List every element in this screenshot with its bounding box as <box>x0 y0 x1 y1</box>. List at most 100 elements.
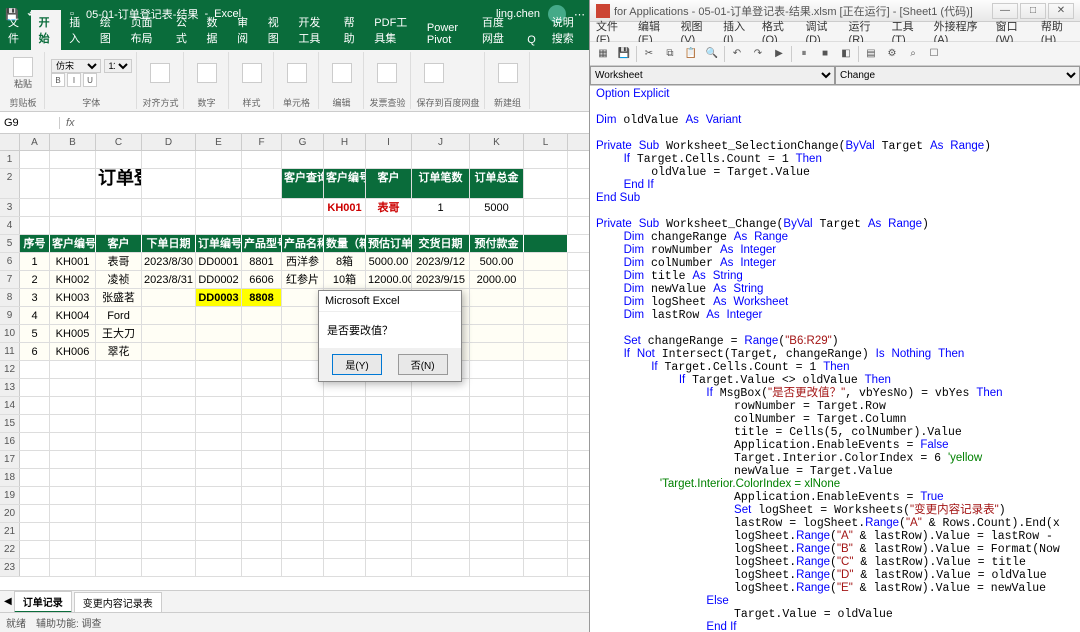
cell[interactable]: 1 <box>412 199 470 216</box>
cell[interactable] <box>142 289 196 306</box>
cell[interactable] <box>50 169 96 198</box>
cell[interactable]: 张盛茗 <box>96 289 142 306</box>
cell[interactable] <box>142 523 196 540</box>
cell[interactable] <box>324 415 366 432</box>
undo-icon[interactable]: ↶ <box>728 45 746 63</box>
paste-icon[interactable]: 📋 <box>682 45 700 63</box>
cell[interactable] <box>324 469 366 486</box>
row-header-2[interactable]: 2 <box>0 169 20 198</box>
select-all-corner[interactable] <box>0 134 20 150</box>
cell[interactable]: 预估订单金额 <box>366 235 412 252</box>
cell[interactable] <box>412 523 470 540</box>
cell[interactable] <box>524 505 568 522</box>
cell[interactable] <box>470 523 524 540</box>
cell[interactable] <box>470 451 524 468</box>
cell[interactable] <box>412 541 470 558</box>
cell[interactable] <box>96 559 142 576</box>
cell[interactable] <box>142 217 196 234</box>
cell[interactable]: 订单编号 <box>196 235 242 252</box>
row-header-11[interactable]: 11 <box>0 343 20 360</box>
cell[interactable]: 5 <box>20 325 50 342</box>
col-header-E[interactable]: E <box>196 134 242 150</box>
cell[interactable]: 翠花 <box>96 343 142 360</box>
cell[interactable] <box>366 151 412 168</box>
cell[interactable] <box>196 469 242 486</box>
cell[interactable] <box>470 469 524 486</box>
cell[interactable] <box>324 397 366 414</box>
cell[interactable] <box>242 487 282 504</box>
col-header-L[interactable]: L <box>524 134 568 150</box>
cell[interactable] <box>242 169 282 198</box>
cell[interactable] <box>470 487 524 504</box>
cell[interactable]: DD0001 <box>196 253 242 270</box>
cell[interactable] <box>366 451 412 468</box>
design-icon[interactable]: ◧ <box>837 45 855 63</box>
cell[interactable] <box>470 541 524 558</box>
cell[interactable] <box>282 199 324 216</box>
cell[interactable] <box>366 397 412 414</box>
cell[interactable] <box>324 541 366 558</box>
cell[interactable] <box>142 379 196 396</box>
cell[interactable] <box>142 559 196 576</box>
cell[interactable] <box>412 151 470 168</box>
cell[interactable] <box>196 523 242 540</box>
cell[interactable] <box>196 217 242 234</box>
cell[interactable] <box>282 433 324 450</box>
cell[interactable]: 表哥 <box>96 253 142 270</box>
break-icon[interactable]: ⏸ <box>795 45 813 63</box>
cell[interactable] <box>50 151 96 168</box>
view-icon[interactable]: ▦ <box>594 45 612 63</box>
cell[interactable] <box>20 469 50 486</box>
cell[interactable]: KH005 <box>50 325 96 342</box>
cell[interactable] <box>142 541 196 558</box>
cell[interactable] <box>50 451 96 468</box>
cell[interactable] <box>524 487 568 504</box>
font-name-select[interactable]: 仿宋 <box>51 59 101 73</box>
cell[interactable] <box>324 451 366 468</box>
cell[interactable]: 1 <box>20 253 50 270</box>
cell[interactable]: 产品型号 <box>242 235 282 252</box>
cell[interactable] <box>20 199 50 216</box>
cell[interactable] <box>50 379 96 396</box>
worksheet-grid[interactable]: ABCDEFGHIJKL 12订单登记表客户查询客户编号客户订单笔数订单总金3K… <box>0 134 589 590</box>
ribbon-tab-百度网盘[interactable]: 百度网盘 <box>474 10 519 50</box>
cell[interactable] <box>96 415 142 432</box>
ribbon-tab-审阅[interactable]: 审阅 <box>229 10 260 50</box>
cell[interactable]: 订单总金 <box>470 169 524 198</box>
ribbon-tab-PDF工具集[interactable]: PDF工具集 <box>366 10 419 50</box>
cell[interactable] <box>96 217 142 234</box>
cell[interactable] <box>142 343 196 360</box>
cell[interactable] <box>412 487 470 504</box>
col-header-F[interactable]: F <box>242 134 282 150</box>
cell[interactable] <box>242 433 282 450</box>
cell[interactable] <box>242 199 282 216</box>
cell[interactable]: 2023/8/30 <box>142 253 196 270</box>
col-header-J[interactable]: J <box>412 134 470 150</box>
cell[interactable] <box>142 361 196 378</box>
cell[interactable]: 客户编号 <box>50 235 96 252</box>
cell[interactable]: 西洋参 <box>282 253 324 270</box>
messagebox-yes-button[interactable]: 是(Y) <box>332 354 381 375</box>
ribbon-tab-公式[interactable]: 公式 <box>168 10 199 50</box>
cell[interactable] <box>20 487 50 504</box>
cell[interactable] <box>412 451 470 468</box>
cell[interactable] <box>470 379 524 396</box>
cell[interactable] <box>20 415 50 432</box>
cell[interactable] <box>524 451 568 468</box>
row-header-13[interactable]: 13 <box>0 379 20 396</box>
row-header-1[interactable]: 1 <box>0 151 20 168</box>
cell[interactable] <box>524 235 568 252</box>
row-header-17[interactable]: 17 <box>0 451 20 468</box>
cell[interactable]: 2023/9/12 <box>412 253 470 270</box>
messagebox-no-button[interactable]: 否(N) <box>398 354 448 375</box>
fx-icon[interactable]: fx <box>60 117 81 129</box>
cell[interactable]: 8808 <box>242 289 282 306</box>
cell[interactable] <box>196 541 242 558</box>
cell[interactable] <box>242 307 282 324</box>
cell[interactable] <box>524 307 568 324</box>
row-header-7[interactable]: 7 <box>0 271 20 288</box>
cell[interactable]: 2 <box>20 271 50 288</box>
cell[interactable] <box>324 151 366 168</box>
cell[interactable]: 表哥 <box>366 199 412 216</box>
cell[interactable] <box>282 217 324 234</box>
